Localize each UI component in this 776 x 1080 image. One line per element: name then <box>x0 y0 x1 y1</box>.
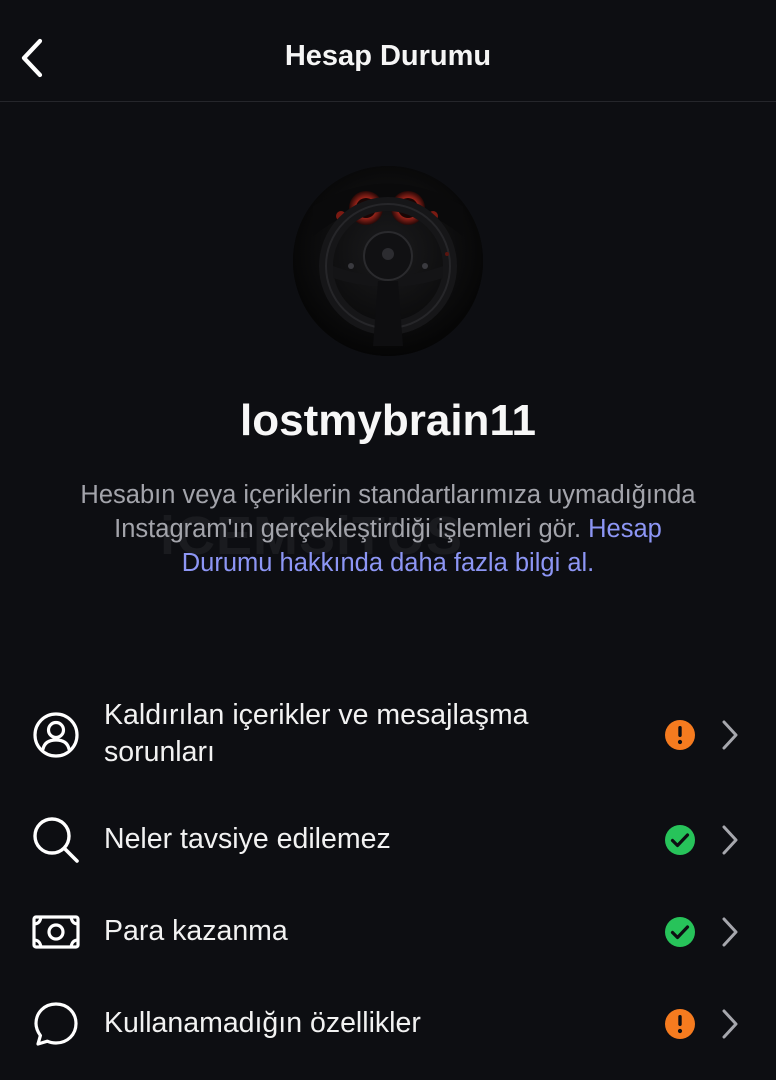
search-icon <box>30 814 82 866</box>
chat-bubble-icon <box>30 998 82 1050</box>
menu-item-unavailable-features[interactable]: Kullanamadığın özellikler <box>0 984 776 1064</box>
check-circle-icon <box>665 917 695 947</box>
page-title: Hesap Durumu <box>284 40 492 72</box>
chevron-right-icon <box>722 720 738 750</box>
menu-item-monetization[interactable]: Para kazanma <box>0 892 776 972</box>
chevron-right-icon <box>722 825 738 855</box>
user-circle-icon <box>30 709 82 761</box>
warning-icon <box>665 720 695 750</box>
menu-item-not-recommended[interactable]: Neler tavsiye edilemez <box>0 800 776 880</box>
check-circle-icon <box>665 825 695 855</box>
menu-item-label: Kaldırılan içerikler ve mesajlaşma sorun… <box>104 699 529 768</box>
avatar <box>293 166 483 356</box>
description-text: Hesabın veya içeriklerin standartlarımız… <box>70 478 706 580</box>
chevron-right-icon <box>722 917 738 947</box>
avatar-image <box>293 166 483 356</box>
menu-item-label: Neler tavsiye edilemez <box>104 823 391 855</box>
menu-item-label: Para kazanma <box>104 915 288 947</box>
header: Hesap Durumu <box>0 0 776 102</box>
menu-item-label: Kullanamadığın özellikler <box>104 1007 421 1039</box>
money-icon <box>30 906 82 958</box>
chevron-right-icon <box>722 1009 738 1039</box>
warning-icon <box>665 1009 695 1039</box>
username: lostmybrain11 <box>240 396 536 445</box>
menu-item-removed-content[interactable]: Kaldırılan içerikler ve mesajlaşma sorun… <box>0 690 776 790</box>
